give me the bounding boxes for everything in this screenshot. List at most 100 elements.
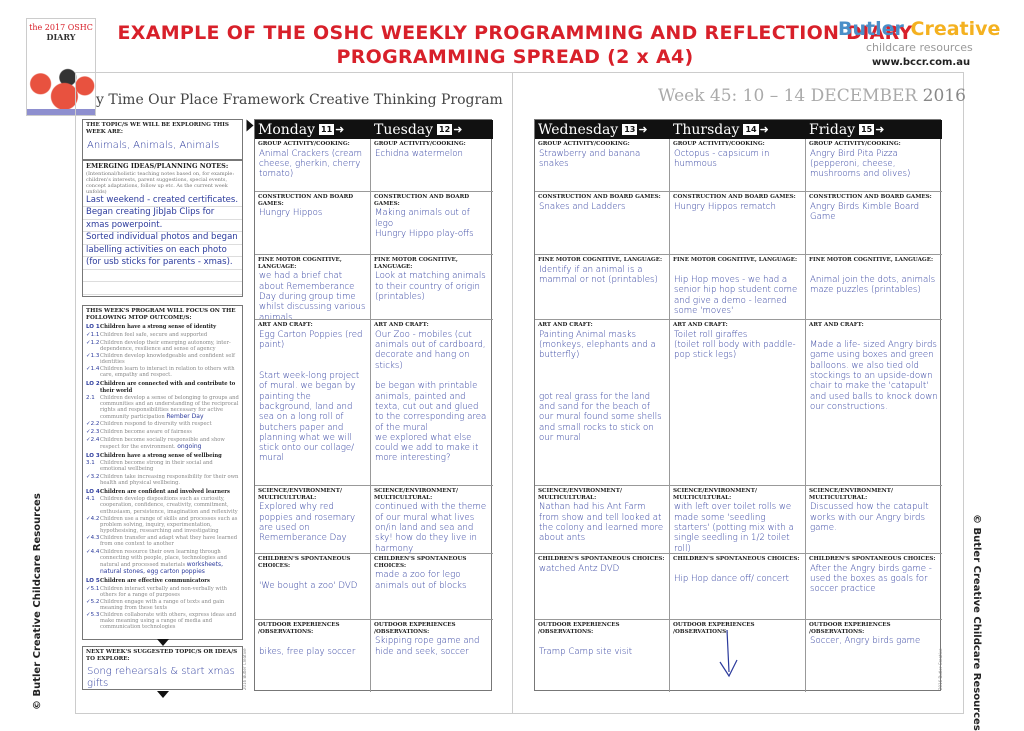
- handwritten-entry: Made a life- sized Angry birds game usin…: [810, 340, 938, 412]
- section-label: ART AND CRAFT:: [258, 322, 313, 328]
- section-label: SCIENCE/ENVIRONMENT/ MULTICULTURAL:: [673, 488, 757, 501]
- outcome-text-body: Children interact verbally and non-verba…: [100, 585, 227, 598]
- day-cell: ART AND CRAFT: Painting Animal masks (mon…: [535, 320, 670, 486]
- section-label: ART AND CRAFT:: [374, 322, 429, 328]
- outcome-number: 3.1: [86, 460, 95, 467]
- handwritten-entry: Hip Hop moves - we had a senior hip hop …: [674, 275, 798, 316]
- day-cell: OUTDOOR EXPERIENCES /OBSERVATIONS: Tramp…: [535, 620, 670, 692]
- handwritten-entry: Tramp Camp site visit: [539, 646, 633, 657]
- outcome-text: Children learn to interact in relation t…: [100, 366, 239, 378]
- outcome-item: 3.1 Children become strong in their socia…: [86, 460, 239, 472]
- brand-logo: Butler Creative: [838, 18, 1001, 40]
- day-cell: FINE MOTOR COGNITIVE, LANGUAGE: Animal j…: [806, 255, 942, 320]
- outcome-number: LO 4: [86, 488, 100, 495]
- day-cell: FINE MOTOR COGNITIVE, LANGUAGE: Identify …: [535, 255, 670, 320]
- handwritten-entry: Strawberry and banana snakes: [539, 148, 641, 170]
- outcome-text-body: Children have a strong sense of wellbein…: [100, 452, 222, 459]
- outcome-number: ✓2.2: [86, 421, 100, 428]
- handwritten-entry: Echidna watermelon: [375, 148, 463, 159]
- outcome-heading: LO 5 Children are effective communicators: [86, 578, 239, 584]
- section-label: CHILDREN'S SPONTANEOUS CHOICES:: [538, 556, 665, 562]
- topics-value: Animals, Animals, Animals: [87, 140, 220, 152]
- outcome-item: ✓1.2 Children develop their emerging auto…: [86, 340, 239, 352]
- day-cell: SCIENCE/ENVIRONMENT/ MULTICULTURAL: with …: [670, 486, 806, 554]
- arrow-right-icon: ➜: [875, 123, 885, 136]
- planning-notes: Last weekend - created certificates. Bega…: [83, 195, 242, 295]
- outcome-text-body: Children feel safe, secure and supported: [100, 332, 208, 339]
- section-label: CHILDREN'S SPONTANEOUS CHOICES:: [258, 556, 351, 569]
- page-title: EXAMPLE OF THE OSHC WEEKLY PROGRAMMING A…: [117, 22, 913, 44]
- planning-note-line: Last weekend - created certificates.: [83, 195, 242, 208]
- outcome-text: Children develop dispositions such as cu…: [100, 496, 239, 514]
- outcome-item: ✓5.3 Children collaborate with others, ex…: [86, 612, 239, 630]
- outcome-number: ✓3.2: [86, 473, 100, 480]
- day-name: Friday: [809, 121, 856, 138]
- day-cell: CONSTRUCTION AND BOARD GAMES: Hungry Hipp…: [255, 192, 371, 255]
- section-label: SCIENCE/ENVIRONMENT/ MULTICULTURAL:: [258, 488, 342, 501]
- brand-tagline: childcare resources: [866, 41, 973, 54]
- outcome-item: 4.1 Children develop dispositions such as…: [86, 496, 239, 514]
- section-label: CHILDREN'S SPONTANEOUS CHOICES:: [374, 556, 467, 569]
- section-label: GROUP ACTIVITY/COOKING:: [809, 141, 901, 147]
- handwritten-entry: After the Angry birds game - used the bo…: [810, 563, 932, 595]
- day-cell: CHILDREN'S SPONTANEOUS CHOICES: After the…: [806, 554, 942, 620]
- outcome-number: LO 2: [86, 381, 100, 388]
- outcome-text-body: Children engage with a range of texts an…: [100, 598, 225, 611]
- outcome-text-body: Children become socially responsible and…: [100, 436, 225, 450]
- day-date: 15: [859, 124, 875, 135]
- outcome-number: ✓4.2: [86, 515, 100, 522]
- outcome-text-body: Children are confident and involved lear…: [100, 488, 230, 495]
- day-cell: ART AND CRAFT: Made a life- sized Angry …: [806, 320, 942, 486]
- outcome-number: ✓4.3: [86, 535, 100, 542]
- day-header-monday: Monday 11 ➜: [255, 120, 371, 139]
- day-name: Wednesday: [538, 121, 619, 138]
- outcome-text-body: Children are connected with and contribu…: [100, 381, 236, 394]
- section-label: OUTDOOR EXPERIENCES /OBSERVATIONS:: [258, 622, 340, 635]
- day-cell: SCIENCE/ENVIRONMENT/ MULTICULTURAL: Discu…: [806, 486, 942, 554]
- outcome-text-body: Children develop dispositions such as cu…: [100, 496, 238, 515]
- days-grid-right: Wednesday 13 ➜ Thursday 14 ➜ Friday 15 ➜ GROUP AC…: [534, 119, 942, 692]
- section-label: CONSTRUCTION AND BOARD GAMES:: [374, 194, 470, 207]
- day-cell: FINE MOTOR COGNITIVE, LANGUAGE: Hip Hop …: [670, 255, 806, 320]
- handwritten-entry: Hungry Hippos: [259, 208, 323, 219]
- section-label: FINE MOTOR COGNITIVE, LANGUAGE:: [538, 257, 663, 263]
- day-date: 13: [622, 124, 638, 135]
- outcome-text-body: Children become aware of fairness: [100, 428, 192, 435]
- day-name: Thursday: [673, 121, 740, 138]
- day-cell: CONSTRUCTION AND BOARD GAMES: Angry Birds…: [806, 192, 942, 255]
- handwritten-entry: Animal join the dots, animals maze puzzl…: [810, 275, 936, 296]
- planning-note-line: [83, 282, 242, 295]
- outcome-number: ✓5.2: [86, 598, 100, 605]
- day-header-friday: Friday 15 ➜: [806, 120, 942, 139]
- planning-note-line: labelling activities on each photo: [83, 245, 242, 258]
- handwritten-entry: continued with the theme of our mural wh…: [375, 502, 487, 554]
- outcome-number: ✓5.3: [86, 612, 100, 619]
- outcome-number: LO 5: [86, 577, 100, 584]
- handwritten-entry: Snakes and Ladders: [539, 201, 626, 212]
- arrow-right-icon: ➜: [453, 123, 463, 136]
- next-week-value: Song rehearsals & start xmas gifts: [87, 666, 235, 690]
- day-cell: FINE MOTOR COGNITIVE, LANGUAGE: we had a …: [255, 255, 371, 320]
- handwritten-entry: Making animals out of lego Hungry Hippo …: [375, 208, 474, 240]
- outcome-text: Children respond to diversity with respe…: [100, 421, 212, 427]
- handwritten-entry: Skipping rope game and hide and seek, so…: [375, 636, 480, 657]
- outcome-item: ✓3.2 Children take increasing responsibil…: [86, 474, 239, 486]
- day-header-thursday: Thursday 14 ➜: [670, 120, 806, 139]
- arrow-icon: [246, 119, 254, 132]
- outcome-number: ✓1.3: [86, 352, 100, 359]
- handwritten-entry: with left over toilet rolls we made some…: [674, 502, 794, 554]
- section-label: FINE MOTOR COGNITIVE, LANGUAGE:: [374, 257, 458, 270]
- day-cell: GROUP ACTIVITY/COOKING: Angry Bird Pita P…: [806, 139, 942, 192]
- day-cell: OUTDOOR EXPERIENCES /OBSERVATIONS: Skippi…: [371, 620, 493, 692]
- planning-note-line: xmas powerpoint.: [83, 220, 242, 233]
- day-cell: OUTDOOR EXPERIENCES /OBSERVATIONS: bikes…: [255, 620, 371, 692]
- arrow-right-icon: ➜: [638, 123, 648, 136]
- outcome-text: Children are connected with and contribu…: [100, 381, 239, 393]
- outcome-text: Children develop knowledgeable and confi…: [100, 353, 239, 365]
- outcome-text: Children feel safe, secure and supported: [100, 332, 207, 338]
- section-label: CONSTRUCTION AND BOARD GAMES:: [673, 194, 796, 200]
- planning-note-line: (for usb sticks for parents - xmas).: [83, 257, 242, 270]
- handwritten-entry: Octopus - capsicum in hummous: [674, 148, 770, 170]
- section-label: CHILDREN'S SPONTANEOUS CHOICES:: [809, 556, 936, 562]
- outcome-item: ✓2.3 Children become aware of fairness: [86, 429, 239, 435]
